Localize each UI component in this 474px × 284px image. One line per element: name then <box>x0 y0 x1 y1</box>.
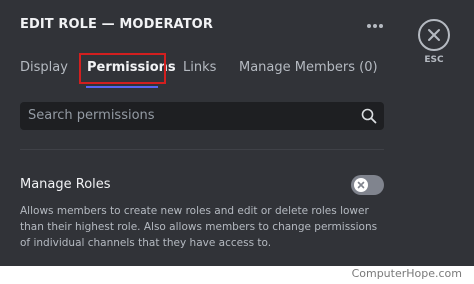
permissions-tab-highlight <box>79 53 166 84</box>
manage-roles-toggle[interactable] <box>351 175 384 195</box>
tab-display[interactable]: Display <box>20 60 68 75</box>
esc-close-button[interactable] <box>418 19 450 51</box>
tab-manage-members[interactable]: Manage Members (0) <box>239 60 378 75</box>
active-tab-underline <box>86 86 158 88</box>
watermark: ComputerHope.com <box>351 267 462 280</box>
search-placeholder: Search permissions <box>28 108 155 123</box>
more-horizontal-icon[interactable] <box>366 18 384 34</box>
edit-role-panel: EDIT ROLE — MODERATOR ESC Display Permis… <box>0 0 474 266</box>
search-input[interactable]: Search permissions <box>20 102 384 130</box>
esc-label: ESC <box>424 55 444 65</box>
page-title: EDIT ROLE — MODERATOR <box>20 17 213 32</box>
permission-description: Allows members to create new roles and e… <box>20 205 378 249</box>
close-icon <box>428 29 440 41</box>
close-icon <box>357 181 365 189</box>
section-divider <box>20 149 384 150</box>
toggle-knob <box>354 178 368 192</box>
search-icon <box>361 108 377 124</box>
permission-title: Manage Roles <box>20 177 111 192</box>
tab-links[interactable]: Links <box>183 60 216 75</box>
